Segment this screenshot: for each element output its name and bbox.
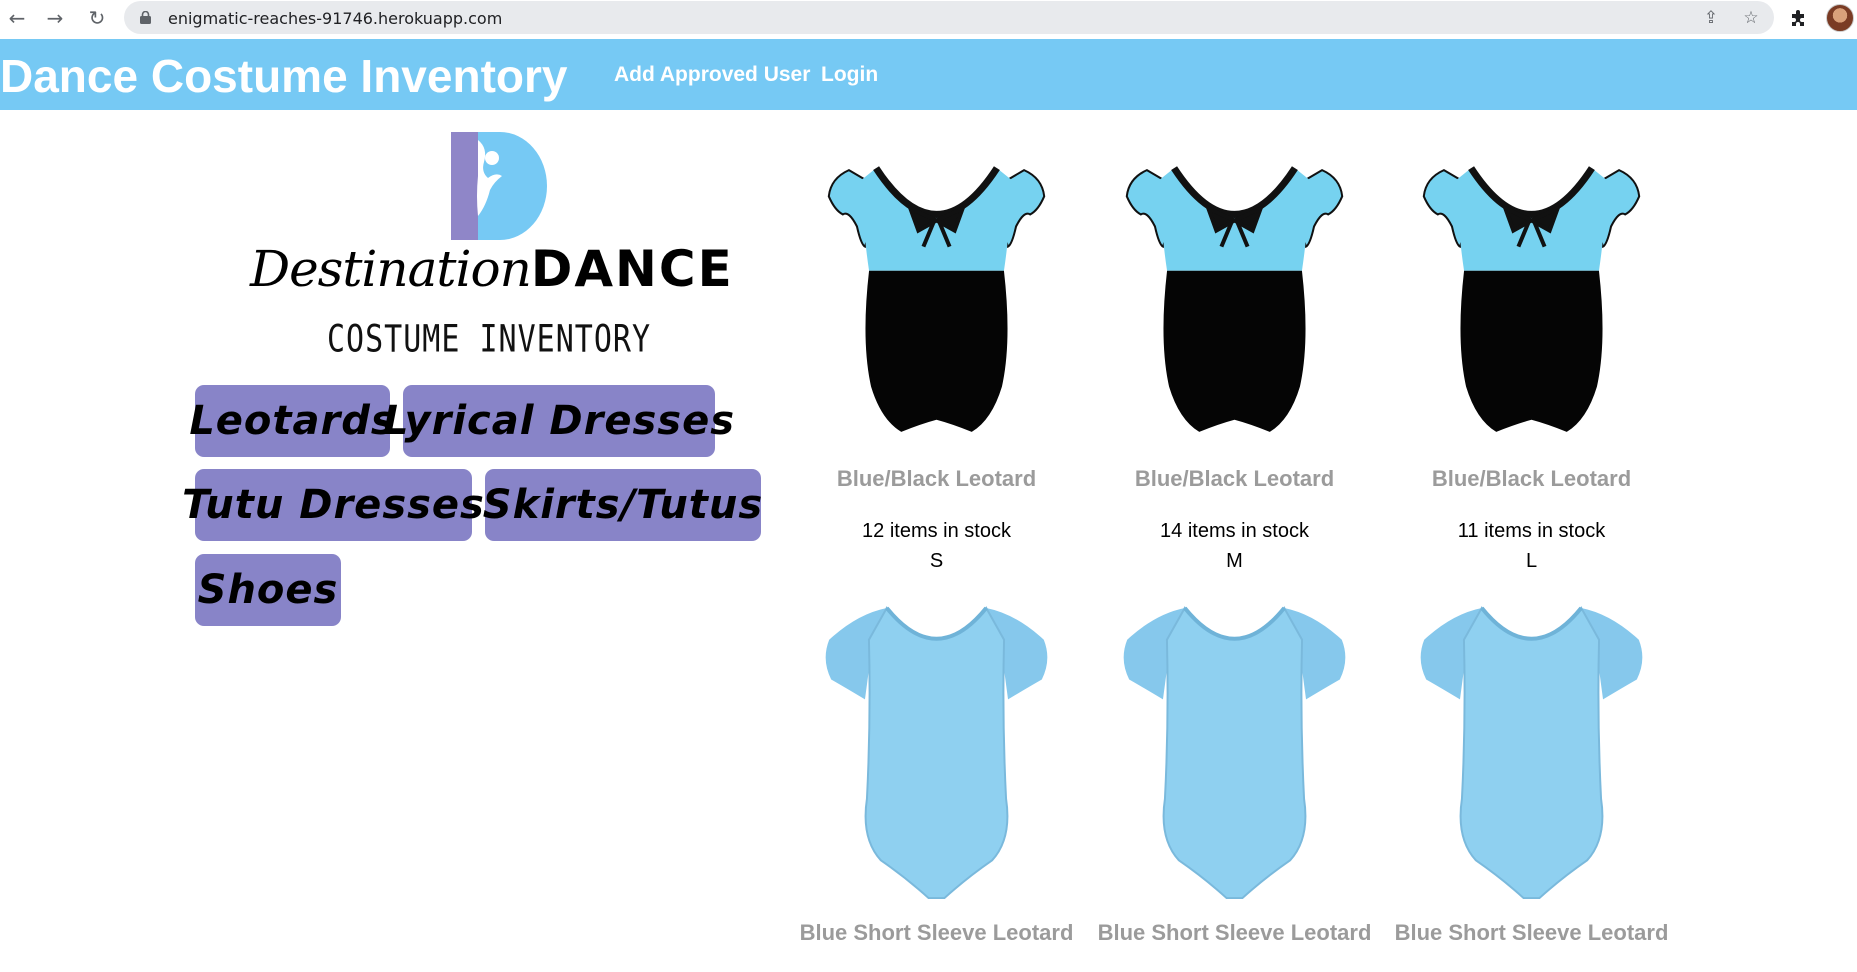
product-card[interactable]: Blue/Black Leotard 12 items in stock S	[788, 150, 1085, 580]
forward-arrow-icon[interactable]: →	[41, 4, 69, 32]
browser-toolbar: ← → ↻ enigmatic-reaches-91746.herokuapp.…	[0, 0, 1857, 36]
back-arrow-icon[interactable]: ←	[3, 4, 31, 32]
profile-avatar[interactable]	[1826, 4, 1854, 32]
leotard-blue-short-sleeve-icon[interactable]	[1383, 600, 1680, 908]
product-name[interactable]: Blue/Black Leotard	[788, 466, 1085, 492]
product-size: M	[1226, 550, 1243, 572]
leotard-blue-short-sleeve-icon[interactable]	[1086, 600, 1383, 908]
category-leotards-button[interactable]: Leotards	[189, 385, 395, 457]
product-name[interactable]: Blue Short Sleeve Leotard	[788, 920, 1085, 946]
product-card[interactable]: Blue/Black Leotard 11 items in stock L	[1383, 150, 1680, 580]
product-card[interactable]: Blue/Black Leotard 14 items in stock M	[1086, 150, 1383, 580]
product-card[interactable]: Blue Short Sleeve Leotard	[1086, 600, 1383, 950]
address-bar[interactable]: enigmatic-reaches-91746.herokuapp.com ⇪ …	[124, 1, 1774, 34]
reload-icon[interactable]: ↻	[83, 4, 111, 32]
product-name[interactable]: Blue/Black Leotard	[1086, 466, 1383, 492]
nav-add-approved-user-link[interactable]: Add Approved User	[614, 63, 810, 87]
leotard-blue-black-icon[interactable]	[1383, 150, 1680, 452]
category-shoes-button[interactable]: Shoes	[195, 554, 341, 626]
logo-wordmark: DestinationDANCE	[250, 240, 734, 298]
bookmark-star-icon[interactable]: ☆	[1740, 7, 1762, 29]
puzzle-icon-shape	[1792, 10, 1804, 26]
category-skirts-tutus-button[interactable]: Skirts/Tutus	[483, 469, 762, 541]
leotard-blue-black-icon[interactable]	[1086, 150, 1383, 452]
product-name[interactable]: Blue Short Sleeve Leotard	[1383, 920, 1680, 946]
url-text[interactable]: enigmatic-reaches-91746.herokuapp.com	[168, 9, 502, 28]
product-size: S	[929, 550, 944, 572]
destination-dance-logo: DestinationDANCE COSTUME INVENTORY	[244, 128, 732, 364]
category-lyrical-dresses-button[interactable]: Lyrical Dresses	[383, 385, 734, 457]
logo-subtitle: COSTUME INVENTORY	[326, 317, 652, 362]
lock-icon	[140, 11, 151, 24]
product-name[interactable]: Blue Short Sleeve Leotard	[1086, 920, 1383, 946]
category-tutu-dresses-button[interactable]: Tutu Dresses	[182, 469, 484, 541]
product-size: L	[1525, 550, 1538, 572]
product-card[interactable]: Blue Short Sleeve Leotard	[788, 600, 1085, 950]
product-stock: 11 items in stock	[1457, 520, 1606, 542]
site-header: Dance Costume Inventory Add Approved Use…	[0, 39, 1857, 110]
leotard-blue-short-sleeve-icon[interactable]	[788, 600, 1085, 908]
product-card[interactable]: Blue Short Sleeve Leotard	[1383, 600, 1680, 950]
product-stock: 14 items in stock	[1160, 520, 1309, 542]
product-stock: 12 items in stock	[862, 520, 1011, 542]
product-name[interactable]: Blue/Black Leotard	[1383, 466, 1680, 492]
site-title[interactable]: Dance Costume Inventory	[0, 49, 567, 103]
leotard-blue-black-icon[interactable]	[788, 150, 1085, 452]
nav-login-link[interactable]: Login	[821, 63, 878, 87]
extensions-puzzle-icon[interactable]	[1786, 5, 1812, 31]
dancer-d-logo-icon	[451, 132, 547, 240]
share-icon[interactable]: ⇪	[1700, 7, 1722, 29]
